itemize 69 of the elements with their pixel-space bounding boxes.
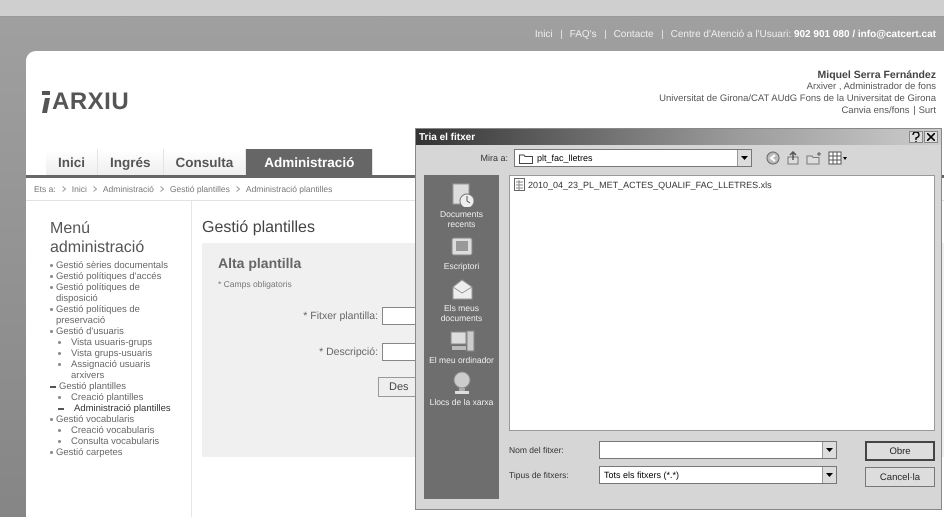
folder-icon: [519, 152, 533, 164]
dialog-title: Tria el fitxer: [419, 132, 476, 142]
nav-tab[interactable]: Inici: [46, 149, 98, 175]
sidebar-item[interactable]: Creació plantilles: [71, 392, 144, 403]
field-label: * Fitxer plantilla:: [302, 310, 378, 322]
file-type-dropdown[interactable]: Tots els fitxers (*.*): [599, 466, 837, 484]
sidebar-item[interactable]: Gestió plantilles: [59, 381, 126, 392]
chevron-icon: [160, 186, 164, 192]
file-item[interactable]: 2010_04_23_PL_MET_ACTES_QUALIF_FAC_LLETRES.xls: [514, 178, 930, 191]
sidebar-item[interactable]: Administració plantilles: [74, 403, 171, 414]
nav-tab[interactable]: Ingrés: [98, 149, 164, 175]
sidebar-title: Menú administració: [50, 219, 146, 257]
breadcrumb-link[interactable]: Inici: [72, 184, 87, 194]
sidebar-item[interactable]: Gestió polítiques d'accés: [56, 271, 162, 282]
folder-dropdown[interactable]: plt_fac_lletres: [514, 149, 752, 167]
breadcrumb-label: Ets a:: [34, 184, 56, 194]
dropdown-arrow-icon: [826, 473, 833, 477]
back-icon: [766, 151, 780, 165]
user-link[interactable]: Surt: [918, 105, 936, 116]
file-name-label: Nom del fitxer:: [509, 444, 565, 457]
sidebar-item[interactable]: Vista grups-usuaris: [71, 348, 152, 359]
logo-bar-icon: [42, 91, 50, 113]
new-folder-icon: [806, 151, 822, 165]
sidebar-item[interactable]: Gestió d'usuaris: [56, 326, 124, 337]
sidebar-item[interactable]: Consulta vocabularis: [71, 436, 160, 447]
spreadsheet-file-icon: [514, 178, 525, 191]
file-type-label: Tipus de fitxers:: [509, 469, 570, 482]
breadcrumb-link[interactable]: Gestió plantilles: [170, 184, 230, 194]
help-icon: [912, 132, 920, 142]
places-item[interactable]: El meu ordinador: [426, 327, 496, 365]
user-name: Miquel Serra Fernández: [816, 69, 936, 81]
chevron-icon: [236, 186, 240, 192]
breadcrumb-link[interactable]: Administració: [102, 184, 154, 194]
user-link[interactable]: Canvia ens/fons: [841, 105, 910, 116]
up-folder-icon: [786, 151, 800, 165]
field-label: * Descripció:: [318, 346, 378, 358]
places-item[interactable]: Llocs de la xarxa: [426, 369, 496, 407]
sidebar-item[interactable]: Creació vocabularis: [71, 425, 154, 436]
required-note: * Camps obligatoris: [218, 279, 293, 289]
help-button[interactable]: [909, 131, 923, 143]
nav-tab[interactable]: Consulta: [164, 149, 246, 175]
user-institution: Universitat de Girona/CAT AUdG Fons de la Universitat de Girona: [659, 93, 936, 105]
chevron-icon: [62, 186, 66, 192]
dropdown-arrow-icon: [741, 156, 748, 160]
sidebar-item[interactable]: Gestió polítiques de disposició: [56, 282, 173, 304]
open-button[interactable]: Obre: [865, 441, 935, 461]
user-role: Arxiver , Administrador de fons: [806, 81, 936, 93]
sidebar-item[interactable]: Gestió vocabularis: [56, 414, 134, 425]
places-item[interactable]: Els meus documents: [426, 275, 496, 323]
places-item[interactable]: Documents recents: [426, 181, 496, 229]
page-title: Gestió plantilles: [202, 219, 315, 237]
logo-text: ARXIU: [52, 88, 130, 116]
look-in-label: Mira a:: [479, 153, 508, 163]
sidebar-item[interactable]: Gestió polítiques de preservació: [56, 304, 173, 326]
view-menu-icon: [828, 151, 848, 165]
close-button[interactable]: [924, 131, 938, 143]
breadcrumb-link[interactable]: Administració plantilles: [246, 184, 332, 194]
file-name-field[interactable]: [599, 441, 837, 459]
sidebar-item[interactable]: Gestió carpetes: [56, 447, 123, 458]
close-icon: [927, 133, 935, 141]
chevron-icon: [92, 186, 97, 192]
sidebar-item[interactable]: Assignació usuaris arxivers: [71, 359, 173, 381]
places-item[interactable]: Escriptori: [426, 233, 496, 271]
form-title: Alta plantilla: [218, 255, 302, 271]
dropdown-arrow-icon: [826, 448, 833, 452]
cancel-button[interactable]: Cancel·la: [865, 467, 935, 487]
sidebar-item[interactable]: Vista usuaris-grups: [71, 337, 152, 348]
sidebar-item[interactable]: Gestió sèries documentals: [56, 260, 168, 271]
nav-tab[interactable]: Administració: [246, 149, 374, 175]
